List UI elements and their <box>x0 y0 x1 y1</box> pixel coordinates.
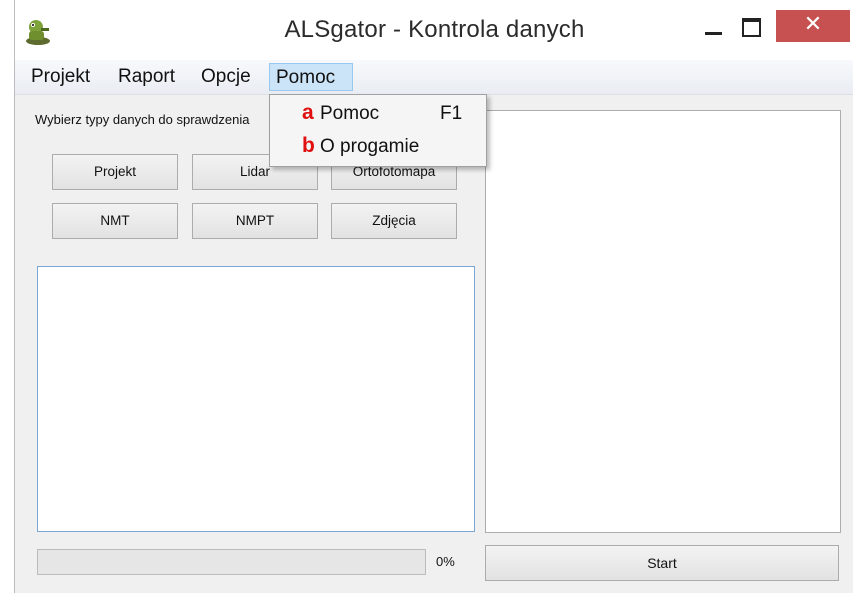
menu-raport[interactable]: Raport <box>112 63 181 91</box>
selected-data-list[interactable] <box>37 266 475 532</box>
minimize-button[interactable] <box>701 18 725 42</box>
progress-bar <box>37 549 426 575</box>
app-window: ALSgator - Kontrola danych ✕ Projekt Rap… <box>14 0 853 593</box>
annotation-badge-a: a <box>302 101 314 124</box>
close-button[interactable]: ✕ <box>776 10 850 42</box>
menu-item-pomoc[interactable]: a Pomoc F1 <box>270 99 486 129</box>
menu-item-label: O progamie <box>320 136 420 157</box>
results-panel[interactable] <box>485 110 841 533</box>
menu-opcje[interactable]: Opcje <box>195 63 257 91</box>
pomoc-dropdown-menu: a Pomoc F1 b O progamie <box>269 94 487 167</box>
nmpt-button[interactable]: NMPT <box>192 203 318 239</box>
menu-item-shortcut: F1 <box>440 103 463 124</box>
start-button[interactable]: Start <box>485 545 839 581</box>
menu-pomoc[interactable]: Pomoc <box>269 63 353 91</box>
close-icon: ✕ <box>803 11 823 36</box>
nmt-button[interactable]: NMT <box>52 203 178 239</box>
window-title: ALSgator - Kontrola danych <box>284 16 585 43</box>
annotation-badge-b: b <box>302 134 315 157</box>
data-types-label: Wybierz typy danych do sprawdzenia <box>35 112 250 127</box>
zdjecia-button[interactable]: Zdjęcia <box>331 203 457 239</box>
menu-item-o-programie[interactable]: b O progamie <box>270 132 486 162</box>
progress-percent: 0% <box>436 554 455 569</box>
projekt-button[interactable]: Projekt <box>52 154 178 190</box>
maximize-button[interactable] <box>739 16 765 40</box>
menu-bar: Projekt Raport Opcje Pomoc <box>15 60 853 95</box>
title-bar: ALSgator - Kontrola danych ✕ <box>15 0 853 60</box>
menu-item-label: Pomoc <box>320 103 380 124</box>
menu-projekt[interactable]: Projekt <box>25 63 96 91</box>
